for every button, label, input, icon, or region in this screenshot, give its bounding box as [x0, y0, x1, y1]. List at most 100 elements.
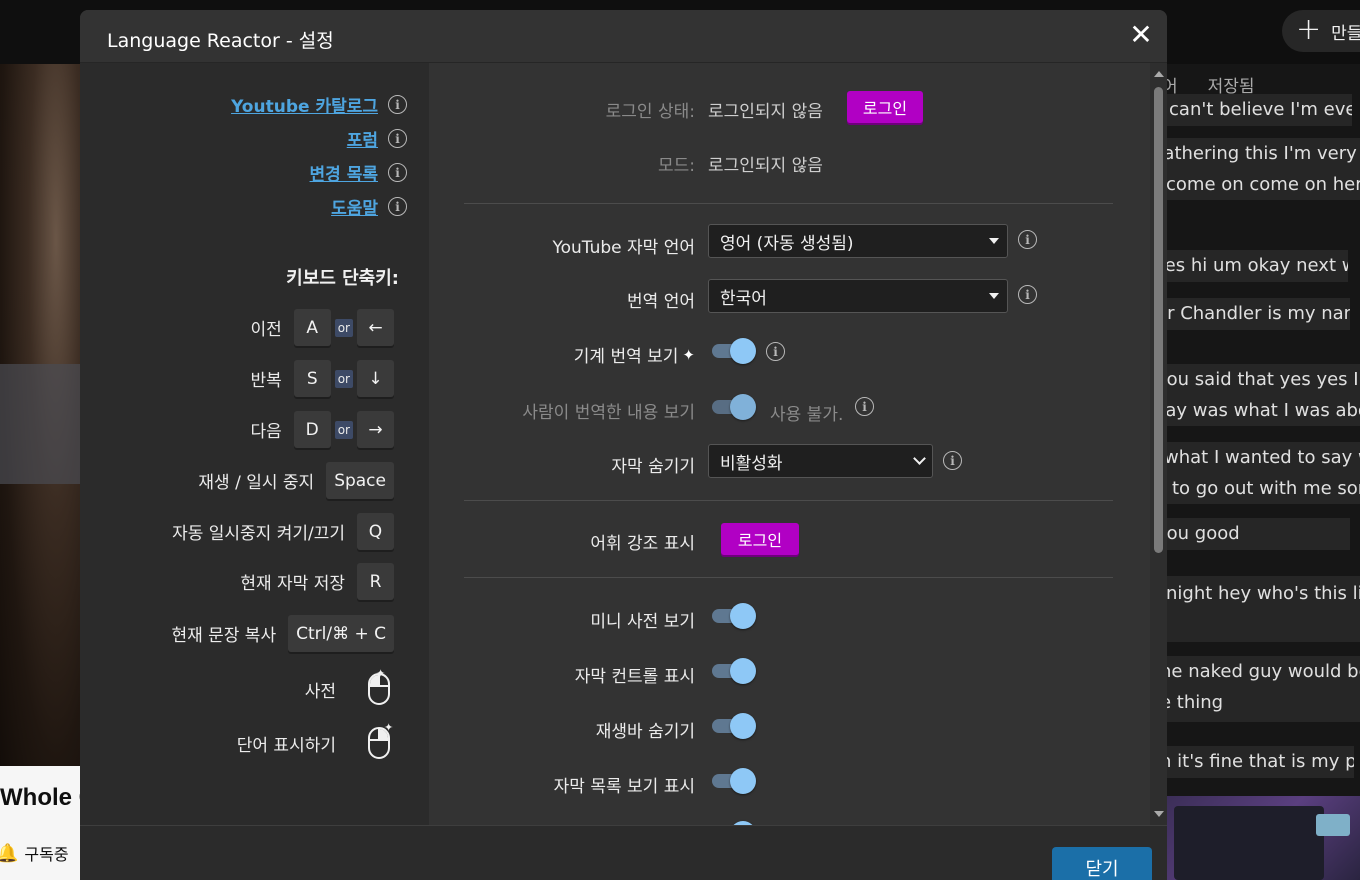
key-d: D: [293, 411, 331, 448]
mouse-left-click-icon: ✦: [368, 667, 390, 705]
info-icon[interactable]: i: [1018, 285, 1037, 304]
subtitle-controls-toggle[interactable]: [710, 658, 756, 684]
yt-subtitle-language-label: YouTube 자막 언어: [552, 238, 696, 258]
help-link-row: 도움말 i: [331, 194, 407, 219]
scroll-up-arrow-icon[interactable]: [1154, 71, 1164, 77]
mouse-right-click-icon: ✦: [368, 721, 393, 759]
info-icon[interactable]: i: [388, 197, 407, 216]
shortcut-dictionary: 사전 ✦: [304, 667, 390, 705]
human-translation-label: 사람이 번역한 내용 보기: [522, 403, 695, 423]
subtitle-line[interactable]: you good: [1166, 518, 1350, 550]
shortcut-next: 다음 D or →: [250, 411, 394, 448]
machine-translation-toggle[interactable]: [710, 338, 756, 364]
changelog-link[interactable]: 변경 목록: [310, 160, 378, 185]
subtitle-line[interactable]: gathering this I'm very very come on com…: [1166, 138, 1360, 200]
key-right-arrow: →: [357, 411, 394, 448]
shortcut-label: 자동 일시중지 켜기/끄기: [172, 524, 345, 544]
subtitle-line[interactable]: what I wanted to say was to go out with …: [1166, 442, 1360, 504]
mini-dictionary-toggle[interactable]: [710, 603, 756, 629]
or-label: or: [334, 369, 353, 388]
info-icon[interactable]: i: [855, 397, 874, 416]
hide-playbar-toggle[interactable]: [710, 713, 756, 739]
shortcut-autopause: 자동 일시중지 켜기/끄기 Q: [172, 513, 394, 550]
subtitle-list-label: 자막 목록 보기 표시: [553, 777, 695, 797]
hide-subtitles-label: 자막 숨기기: [611, 457, 695, 477]
key-left-arrow: ←: [357, 309, 394, 346]
vocab-highlight-label: 어휘 강조 표시: [590, 534, 695, 554]
scroll-thumb[interactable]: [1154, 87, 1163, 553]
catalog-link[interactable]: Youtube 카탈로그: [231, 92, 378, 117]
info-icon[interactable]: i: [943, 451, 962, 470]
shortcut-label: 현재 자막 저장: [240, 574, 345, 594]
recommended-thumbnail[interactable]: [1166, 796, 1360, 880]
info-icon[interactable]: i: [388, 129, 407, 148]
login-status-label: 로그인 상태:: [605, 102, 695, 122]
close-button[interactable]: 닫기: [1052, 847, 1152, 880]
subtitle-line[interactable]: yes hi um okay next word: [1166, 250, 1348, 282]
left-panel: Youtube 카탈로그 i 포럼 i 변경 목록 i 도움말 i 키보드 단축…: [80, 63, 429, 825]
subtitle-list-toggle[interactable]: [710, 768, 756, 794]
hide-subtitles-select[interactable]: 비활성화: [708, 444, 933, 478]
info-icon[interactable]: i: [388, 95, 407, 114]
info-icon[interactable]: i: [1018, 230, 1037, 249]
translation-language-select[interactable]: 한국어: [708, 279, 1008, 313]
subtitle-line[interactable]: I can't believe I'm even: [1166, 94, 1352, 126]
sparkle-icon: ✦: [682, 345, 695, 364]
video-player[interactable]: [0, 64, 80, 766]
login-status-value: 로그인되지 않음: [708, 102, 823, 122]
human-translation-note: 사용 불가.: [770, 405, 844, 425]
key-q: Q: [357, 513, 394, 550]
vocab-login-button[interactable]: 로그인: [721, 523, 799, 555]
shortcut-label: 단어 표시하기: [236, 735, 336, 756]
info-icon[interactable]: i: [388, 163, 407, 182]
divider: [464, 500, 1113, 501]
scroll-down-arrow-icon[interactable]: [1154, 811, 1164, 817]
key-space: Space: [326, 462, 394, 499]
yt-subtitle-language-select[interactable]: 영어 (자동 생성됨): [708, 224, 1008, 258]
subscribed-label: 구독중: [24, 845, 69, 864]
divider: [464, 577, 1113, 578]
catalog-link-row: Youtube 카탈로그 i: [231, 92, 407, 117]
modal-header: Language Reactor - 설정 ✕: [80, 10, 1167, 63]
subtitle-line[interactable]: you said that yes yes I can say was what…: [1166, 364, 1360, 426]
modal-footer: 닫기: [80, 825, 1167, 880]
changelog-link-row: 변경 목록 i: [310, 160, 407, 185]
create-button[interactable]: + 만들기: [1282, 10, 1360, 52]
translation-language-label: 번역 언어: [627, 292, 695, 312]
caret-down-icon: [989, 238, 999, 244]
subtitle-line[interactable]: er Chandler is my name: [1166, 298, 1350, 330]
settings-modal: Language Reactor - 설정 ✕ Youtube 카탈로그 i 포…: [80, 10, 1167, 880]
or-label: or: [334, 420, 353, 439]
help-link[interactable]: 도움말: [331, 194, 378, 219]
mode-label: 모드:: [657, 156, 695, 176]
key-down-arrow: ↓: [357, 360, 394, 397]
machine-translation-label: 기계 번역 보기 ✦: [573, 345, 695, 368]
bell-icon: 🔔: [0, 842, 19, 864]
chevron-down-icon: [913, 452, 926, 465]
subtitle-line[interactable]: night hey who's this little: [1166, 576, 1360, 642]
shortcut-label: 현재 문장 복사: [171, 626, 277, 646]
key-s: S: [293, 360, 331, 397]
close-icon[interactable]: ✕: [1126, 20, 1156, 50]
shortcut-label: 다음: [250, 422, 282, 442]
shortcut-label: 사전: [304, 681, 336, 702]
info-icon[interactable]: i: [766, 342, 785, 361]
video-title: Whole G: [0, 766, 80, 826]
mini-dictionary-label: 미니 사전 보기: [590, 612, 695, 632]
shortcut-save: 현재 자막 저장 R: [240, 563, 394, 600]
subtitle-line[interactable]: he naked guy would be e thing: [1166, 656, 1360, 722]
forum-link[interactable]: 포럼: [347, 126, 378, 151]
shortcut-show-word: 단어 표시하기 ✦: [236, 721, 393, 759]
subtitle-line[interactable]: h it's fine that is my pen: [1166, 746, 1354, 778]
settings-panel: 로그인 상태: 로그인되지 않음 로그인 모드: 로그인되지 않음 YouTub…: [429, 63, 1167, 825]
login-button[interactable]: 로그인: [847, 91, 923, 123]
subscribe-area[interactable]: 🔔 구독중: [0, 826, 80, 880]
settings-scrollbar[interactable]: [1150, 63, 1167, 825]
hide-playbar-label: 재생바 숨기기: [595, 722, 695, 742]
shortcut-label: 재생 / 일시 중지: [198, 473, 315, 493]
shortcut-label: 반복: [250, 371, 282, 391]
key-ctrl-c: Ctrl/⌘ + C: [288, 615, 394, 652]
plus-icon: +: [1296, 11, 1322, 47]
subtitle-sidebar: 어 저장됨 I can't believe I'm even gathering…: [1166, 64, 1360, 880]
human-translation-toggle[interactable]: [710, 394, 756, 420]
